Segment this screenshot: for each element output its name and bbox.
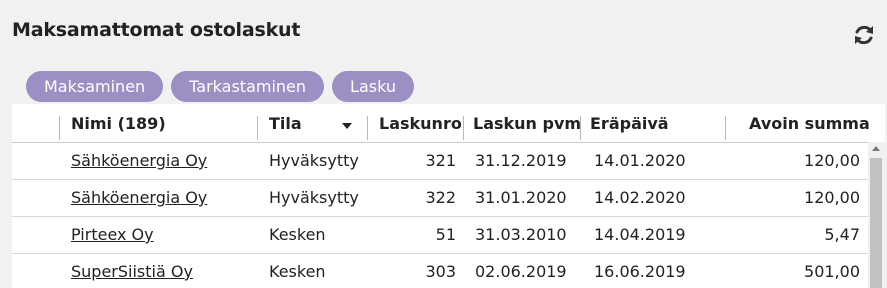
column-header-status[interactable]: Tila xyxy=(269,114,302,133)
column-separator[interactable] xyxy=(463,116,464,140)
open-amount-cell: 501,00 xyxy=(804,262,860,281)
sort-down-icon[interactable] xyxy=(342,123,352,129)
status-cell: Hyväksytty xyxy=(269,188,359,207)
invoice-date-cell: 31.01.2020 xyxy=(475,188,567,207)
tab-maksaminen[interactable]: Maksaminen xyxy=(26,71,164,102)
invoice-date-cell: 31.03.2010 xyxy=(475,225,567,244)
invoice-no-cell: 321 xyxy=(425,151,456,170)
invoice-no-cell: 51 xyxy=(435,225,456,244)
tab-lasku[interactable]: Lasku xyxy=(332,71,415,102)
view-tabs: Maksaminen Tarkastaminen Lasku xyxy=(26,71,415,102)
status-cell: Kesken xyxy=(269,225,326,244)
column-header-invoice-no[interactable]: Laskunro xyxy=(379,114,462,133)
status-cell: Hyväksytty xyxy=(269,151,359,170)
scrollbar-thumb[interactable] xyxy=(870,158,882,288)
column-header-open-amount[interactable]: Avoin summa xyxy=(749,114,870,133)
supplier-link[interactable]: Sähköenergia Oy xyxy=(71,151,207,170)
column-separator[interactable] xyxy=(725,116,726,140)
table-row[interactable]: Sähköenergia Oy Hyväksytty 321 31.12.201… xyxy=(12,143,885,180)
table-row[interactable]: Sähköenergia Oy Hyväksytty 322 31.01.202… xyxy=(12,180,885,217)
invoice-no-cell: 303 xyxy=(425,262,456,281)
table-row[interactable]: Pirteex Oy Kesken 51 31.03.2010 14.04.20… xyxy=(12,217,885,254)
page-title: Maksamattomat ostolaskut xyxy=(12,19,301,41)
unpaid-purchase-invoices-panel: Maksamattomat ostolaskut Maksaminen Tark… xyxy=(0,0,887,288)
invoice-table: Nimi (189) Tila Laskunro Laskun pvm Eräp… xyxy=(12,104,885,288)
column-separator[interactable] xyxy=(580,116,581,140)
due-date-cell: 14.04.2019 xyxy=(594,225,686,244)
due-date-cell: 14.01.2020 xyxy=(594,151,686,170)
table-header: Nimi (189) Tila Laskunro Laskun pvm Eräp… xyxy=(12,104,885,143)
table-row[interactable]: SuperSiistiä Oy Kesken 303 02.06.2019 16… xyxy=(12,254,885,288)
refresh-icon[interactable] xyxy=(852,23,876,47)
status-cell: Kesken xyxy=(269,262,326,281)
supplier-link[interactable]: SuperSiistiä Oy xyxy=(71,262,193,281)
open-amount-cell: 5,47 xyxy=(824,225,860,244)
scroll-up-arrow-icon[interactable] xyxy=(872,146,880,151)
invoice-date-cell: 02.06.2019 xyxy=(475,262,567,281)
open-amount-cell: 120,00 xyxy=(804,188,860,207)
due-date-cell: 16.06.2019 xyxy=(594,262,686,281)
column-separator[interactable] xyxy=(59,116,60,140)
invoice-no-cell: 322 xyxy=(425,188,456,207)
open-amount-cell: 120,00 xyxy=(804,151,860,170)
column-header-name[interactable]: Nimi (189) xyxy=(71,114,166,133)
column-header-due-date[interactable]: Eräpäivä xyxy=(590,114,669,133)
invoice-date-cell: 31.12.2019 xyxy=(475,151,567,170)
supplier-link[interactable]: Sähköenergia Oy xyxy=(71,188,207,207)
column-header-invoice-date[interactable]: Laskun pvm xyxy=(473,114,581,133)
supplier-link[interactable]: Pirteex Oy xyxy=(71,225,154,244)
column-separator[interactable] xyxy=(257,116,258,140)
tab-tarkastaminen[interactable]: Tarkastaminen xyxy=(171,71,325,102)
due-date-cell: 14.02.2020 xyxy=(594,188,686,207)
column-separator[interactable] xyxy=(367,116,368,140)
